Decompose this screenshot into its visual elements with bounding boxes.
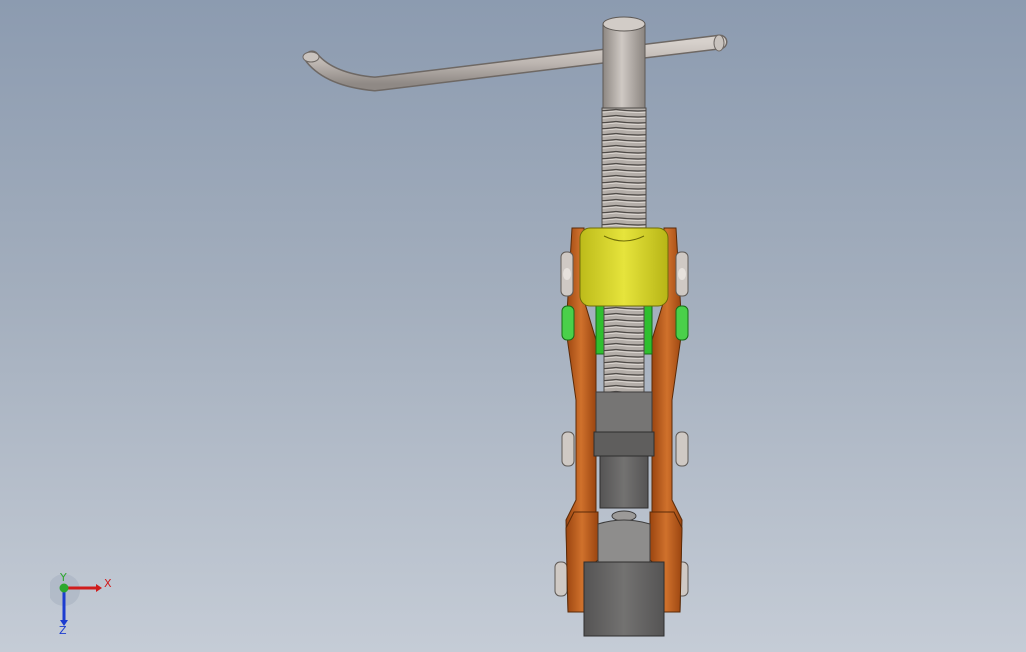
graphics-viewport[interactable]: X Y Z [0,0,1026,652]
triad-y-axis [59,583,69,593]
triad-y-label: Y [59,572,67,584]
t-handle-bar[interactable] [302,34,728,92]
screw-head[interactable] [602,16,646,114]
pin-bottom-left[interactable] [554,561,568,597]
triad-z-label: Z [59,624,67,636]
coordinate-triad: X Y Z [50,572,112,636]
yoke-nut-block[interactable] [579,227,669,307]
threaded-screw-upper[interactable] [601,107,647,237]
pin-mid-left[interactable] [561,431,575,467]
pressing-jaw[interactable] [593,431,655,522]
triad-x-label: X [104,577,112,590]
triad-x-arrow [96,584,102,592]
pin-top-left[interactable] [560,251,574,297]
pin-top-right[interactable] [675,251,689,297]
cad-model-view[interactable] [0,0,1026,652]
pin-mid-right[interactable] [675,431,689,467]
back-jaw-block[interactable] [595,391,653,437]
